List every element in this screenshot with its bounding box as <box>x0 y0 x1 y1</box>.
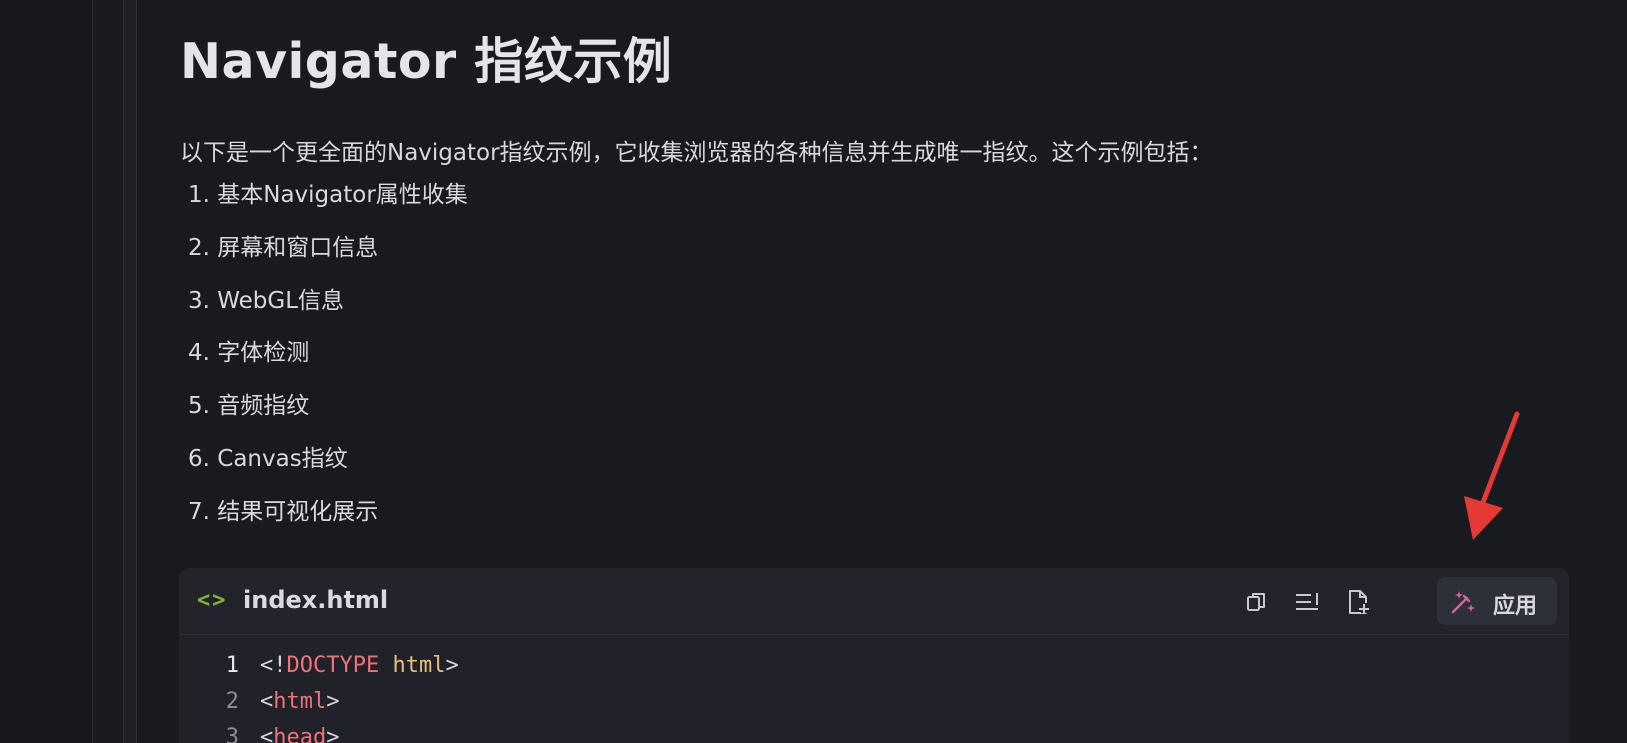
code-attr: html <box>392 653 446 678</box>
list-item: 6. Canvas指纹 <box>188 445 348 472</box>
code-file-name: index.html <box>243 586 389 614</box>
red-annotation-arrow-icon <box>1464 411 1520 540</box>
code-tag: head <box>273 725 327 743</box>
code-text: <head> <box>260 725 339 743</box>
code-line: 1 <!DOCTYPE html> <box>179 653 1569 689</box>
list-item: 2. 屏幕和窗口信息 <box>188 234 379 261</box>
code-punct: > <box>445 653 459 678</box>
line-number: 1 <box>225 653 239 678</box>
new-file-icon[interactable] <box>1344 588 1372 616</box>
content-scroll-edge <box>124 0 137 743</box>
line-number: 2 <box>225 689 239 714</box>
wrap-lines-icon[interactable] <box>1293 588 1321 616</box>
copy-icon[interactable] <box>1242 588 1270 616</box>
feature-list: 1. 基本Navigator属性收集 2. 屏幕和窗口信息 3. WebGL信息… <box>188 178 468 548</box>
side-panel-divider <box>93 0 124 743</box>
code-punct: > <box>326 725 340 743</box>
line-number: 3 <box>225 725 239 743</box>
list-item: 4. 字体检测 <box>188 340 310 367</box>
intro-paragraph: 以下是一个更全面的Navigator指纹示例，它收集浏览器的各种信息并生成唯一指… <box>180 140 1213 166</box>
code-tag: html <box>273 689 327 714</box>
list-item: 1. 基本Navigator属性收集 <box>188 182 468 208</box>
apply-button[interactable]: 应用 <box>1437 577 1557 625</box>
code-punct: > <box>326 689 340 714</box>
list-item: 7. 结果可视化展示 <box>188 498 379 525</box>
code-line: 2 <html> <box>179 689 1569 725</box>
code-editor[interactable]: 1 <!DOCTYPE html> 2 <html> 3 <head> <box>179 635 1569 743</box>
app-window: Navigator 指纹示例 以下是一个更全面的Navigator指纹示例，它收… <box>0 0 1627 743</box>
code-punct: <! <box>260 653 287 678</box>
magic-wand-icon <box>1451 591 1475 614</box>
code-block-header: <> index.html 应用 <box>179 568 1569 635</box>
apply-button-label: 应用 <box>1493 594 1538 619</box>
page-title: Navigator 指纹示例 <box>180 33 673 90</box>
code-text: <!DOCTYPE html> <box>260 653 459 678</box>
code-line: 3 <head> <box>179 725 1569 743</box>
code-punct: < <box>260 689 274 714</box>
code-text: <html> <box>260 689 339 714</box>
code-block: <> index.html 应用 1 <!DOCTYPE html> 2 <ht… <box>179 568 1569 743</box>
left-sidebar <box>0 0 93 743</box>
list-item: 3. WebGL信息 <box>188 287 345 314</box>
code-brackets-icon: <> <box>197 588 228 613</box>
code-punct: < <box>260 725 274 743</box>
list-item: 5. 音频指纹 <box>188 393 310 420</box>
code-keyword: DOCTYPE <box>286 653 380 678</box>
